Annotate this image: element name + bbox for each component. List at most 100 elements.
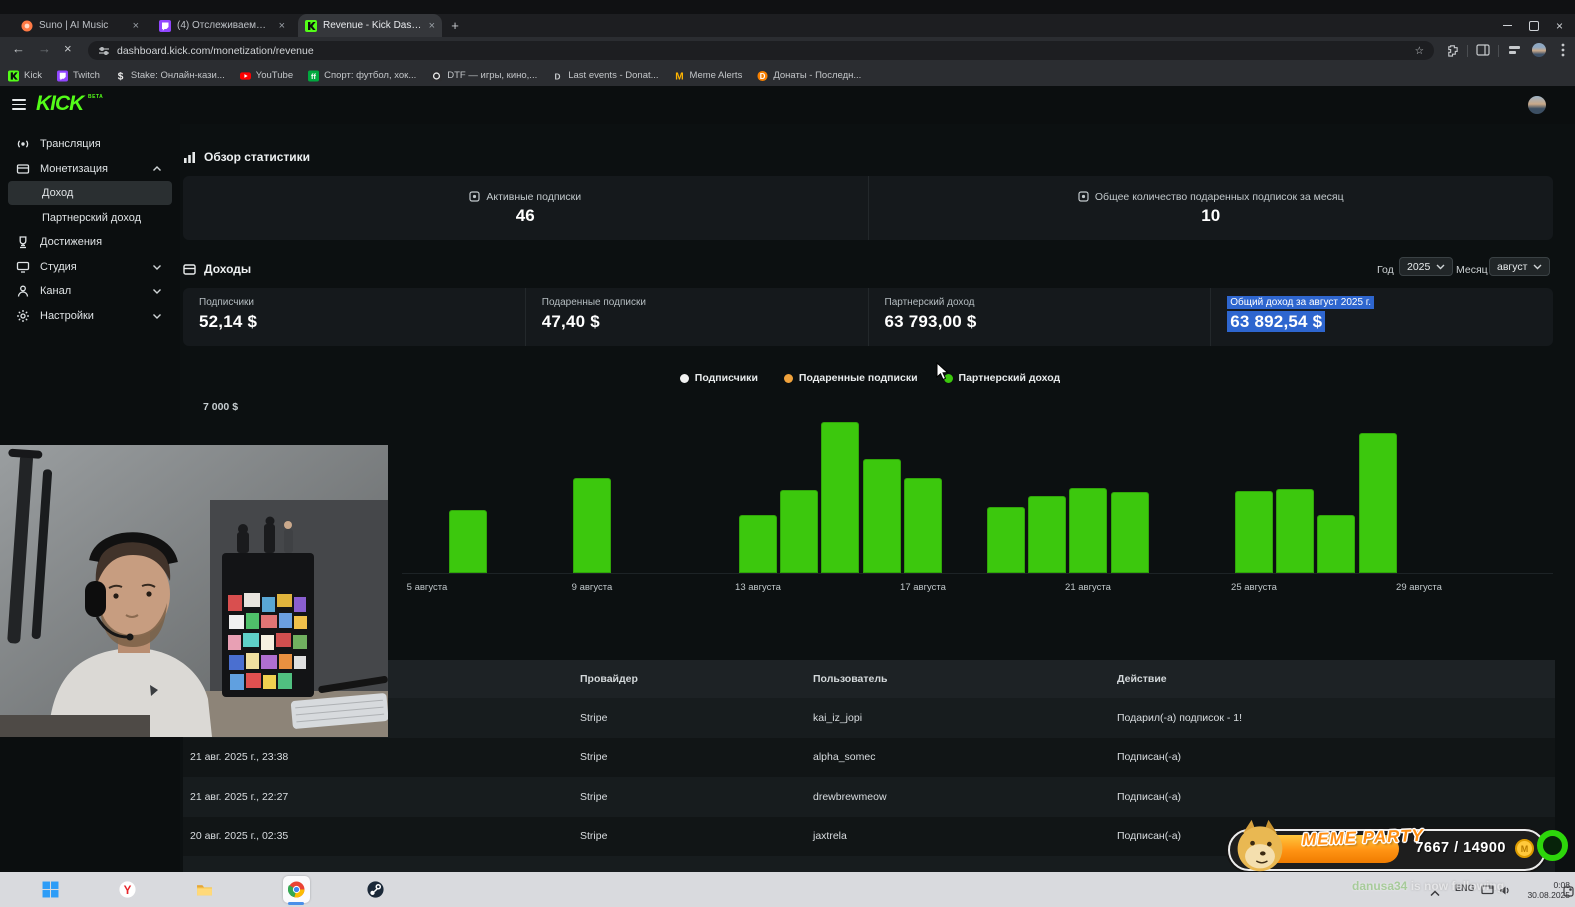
sidebar-panel-icon[interactable] [1474,41,1492,59]
toolbar-divider [1498,45,1499,57]
minimize-icon[interactable] [1502,25,1512,26]
suno-favicon [21,20,33,32]
table-row[interactable]: 21 авг. 2025 г., 22:27 Stripe drewbrewmeow… [183,777,1555,817]
sidebar-item-6[interactable]: Канал [8,279,172,303]
address-bar[interactable]: dashboard.kick.com/monetization/revenue … [88,41,1434,60]
table-cell-col1: Stripe [580,751,608,764]
chart-bar-day-15[interactable] [821,422,859,573]
legend-item[interactable]: Подписчики [679,372,758,384]
sidebar-item-7[interactable]: Настройки [8,304,172,328]
tab-close-icon[interactable]: × [279,20,285,32]
windows-start-icon[interactable] [37,876,64,903]
window-controls: × [1502,14,1571,37]
new-tab-button[interactable]: + [447,18,463,34]
browser-tab[interactable]: Suno | AI Music × [14,14,146,37]
tray-clock[interactable]: 0:08 30.08.2025 [1515,880,1570,900]
kick-beta-badge: BETA [88,94,104,100]
settings-icon [16,309,30,323]
tab-close-icon[interactable]: × [429,20,435,32]
kick-logo[interactable]: KICK [36,92,84,116]
tab-close-icon[interactable]: × [133,20,139,32]
steam-icon[interactable] [362,876,389,903]
bookmark-item[interactable]: YouTube [239,69,294,81]
card-label: Партнерский доход [884,297,975,308]
browser-tab[interactable]: (4) Отслеживаемые активы... × [152,14,292,37]
revenue-card-1: Подаренные подписки 47,40 $ [524,288,868,346]
legend-item[interactable]: Партнерский доход [943,372,1061,384]
bookmark-item[interactable]: DTF — игры, кино,... [431,70,537,81]
user-avatar[interactable] [1528,96,1546,114]
file-explorer-icon[interactable] [191,876,218,903]
table-cell-col0: 21 авг. 2025 г., 23:38 [190,751,289,764]
sidebar-item-4[interactable]: Достижения [8,230,172,254]
bookmark-item[interactable]: Twitch [56,70,100,81]
chart-bar-day-20[interactable] [1028,496,1066,573]
chart-bar-day-25[interactable] [1235,491,1273,573]
chart-bar-day-17[interactable] [904,478,942,573]
bookmark-star-icon[interactable]: ☆ [1415,45,1424,57]
legend-label: Партнерский доход [958,372,1061,384]
table-row[interactable]: Stripe kai_iz_jopi Подарил(-а) подписок - … [183,698,1555,738]
profile-avatar[interactable] [1530,41,1548,59]
chart-bar-day-28[interactable] [1359,433,1397,573]
chart-bar-day-9[interactable] [573,478,611,573]
notification-icon[interactable] [1563,884,1574,902]
stake-favicon: $ [115,70,126,81]
tune-icon[interactable] [98,45,110,57]
yandex-browser-icon[interactable]: Y [114,876,141,903]
close-icon[interactable]: × [1556,20,1563,32]
svg-text:$: $ [118,71,124,81]
legend-item[interactable]: Подаренные подписки [783,372,918,384]
extensions-icon[interactable] [1443,41,1461,59]
stop-icon[interactable]: × [64,41,72,56]
chart-bar-day-13[interactable] [739,515,777,573]
chart-bar-day-27[interactable] [1317,515,1355,573]
sidebar-item-label: Монетизация [40,163,108,175]
sidebar-item-3[interactable]: Партнерский доход [8,206,172,230]
sidebar-item-5[interactable]: Студия [8,255,172,279]
bookmark-label: YouTube [255,69,294,81]
table-cell-col1: Провайдер [580,673,638,685]
chart-bar-day-19[interactable] [987,507,1025,573]
bookmark-item[interactable]: Kick [8,70,42,81]
chart-bar-day-22[interactable] [1111,492,1149,573]
browser-tab[interactable]: Revenue - Kick Dashboard × [298,14,442,37]
kick-favicon [305,19,317,32]
chart-bar-day-26[interactable] [1276,489,1314,573]
follower-username: danusa34 [1352,879,1408,893]
kebab-menu-icon[interactable] [1554,41,1572,59]
bookmark-item[interactable]: ff Спорт: футбол, хок... [308,70,416,81]
chrome-icon[interactable] [283,876,310,905]
card-label: Общий доход за август 2025 г. [1227,296,1374,309]
chart-bar-day-16[interactable] [863,459,901,573]
hamburger-menu-icon[interactable] [12,99,26,110]
sidebar-item-label: Настройки [40,310,94,322]
chart-bar-day-21[interactable] [1069,488,1107,573]
month-select[interactable]: август [1489,257,1551,276]
sidebar-item-1[interactable]: Монетизация [8,157,172,181]
sidebar-item-2[interactable]: Доход [8,181,172,205]
sidebar-item-label: Трансляция [40,138,101,150]
maximize-icon[interactable] [1528,20,1539,31]
taskbar: Y ENG 0:08 30.08.2025 [0,872,1575,907]
sidebar-item-label: Студия [40,261,77,273]
stats-overview-header: Обзор статистики [183,150,310,164]
back-icon[interactable]: ← [12,41,25,56]
bookmark-label: Kick [24,69,42,81]
revenue-card-2: Партнерский доход 63 793,00 $ [867,288,1211,346]
bookmark-item[interactable]: D Last events - Donat... [552,69,659,81]
forward-icon[interactable]: → [38,41,51,56]
chart-bar-day-6[interactable] [449,510,487,573]
green-ring-overlay [1537,830,1568,861]
chart-bar-day-14[interactable] [780,490,818,573]
year-select[interactable]: 2025 [1399,257,1454,276]
bookmark-item[interactable]: $ Stake: Онлайн-кази... [115,70,225,82]
sidebar-item-0[interactable]: Трансляция [8,132,172,156]
table-row[interactable]: 21 авг. 2025 г., 23:38 Stripe alpha_somec П… [183,737,1555,777]
bookmark-label: Last events - Donat... [568,69,659,81]
bookmark-item[interactable]: D Донаты - Последн... [757,70,861,81]
chart-legend: Подписчики Подаренные подписки Партнерск… [400,372,1340,384]
channel-icon [16,284,30,298]
bookmark-item[interactable]: M Meme Alerts [674,70,743,82]
tab-search-icon[interactable] [1505,41,1523,59]
